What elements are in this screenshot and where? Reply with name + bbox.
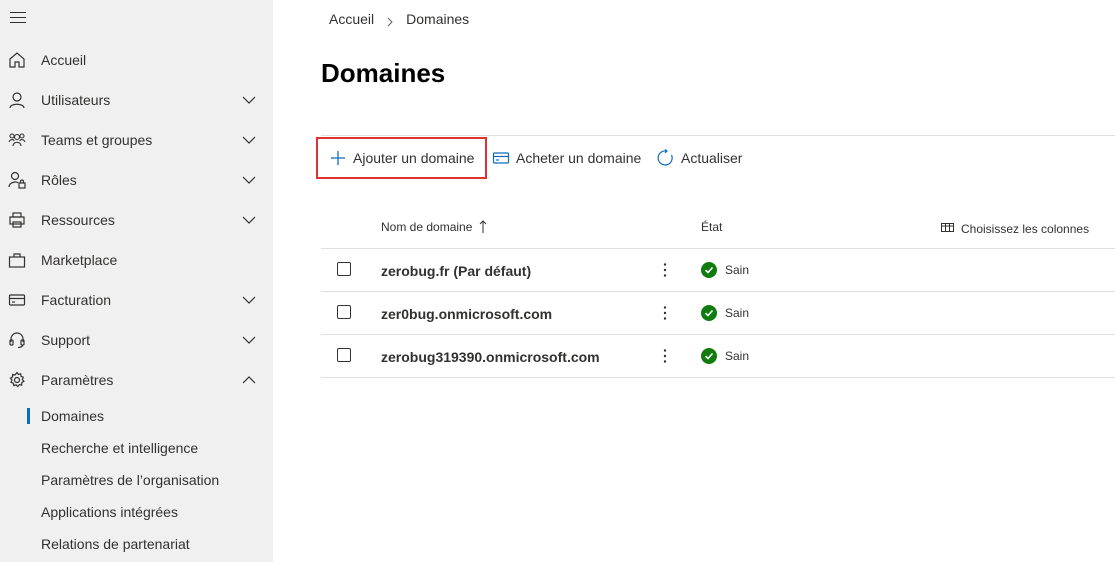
choose-columns-label: Choisissez les colonnes bbox=[961, 222, 1090, 236]
check-circle-icon bbox=[701, 348, 717, 364]
sidebar-subitem-label: Paramètres de l’organisation bbox=[41, 472, 220, 488]
breadcrumb: Accueil Domaines bbox=[329, 11, 469, 27]
person-lock-icon bbox=[8, 171, 26, 189]
chevron-down-icon[interactable] bbox=[242, 333, 256, 347]
buy-domain-label: Acheter un domaine bbox=[516, 150, 642, 166]
sidebar-item-label: Utilisateurs bbox=[41, 92, 111, 108]
divider bbox=[321, 334, 1115, 335]
sidebar-item-label: Support bbox=[41, 332, 91, 348]
chevron-down-icon[interactable] bbox=[242, 213, 256, 227]
sidebar-item-label: Rôles bbox=[41, 172, 77, 188]
sidebar-item-marketplace[interactable]: Marketplace bbox=[0, 240, 273, 280]
divider bbox=[321, 135, 1115, 136]
page-title: Domaines bbox=[321, 58, 446, 88]
bag-icon bbox=[8, 251, 26, 269]
row-checkbox[interactable] bbox=[337, 262, 351, 276]
add-domain-label: Ajouter un domaine bbox=[353, 150, 475, 166]
divider bbox=[321, 377, 1115, 378]
columns-icon bbox=[941, 223, 954, 232]
status-badge: Sain bbox=[701, 262, 749, 278]
sidebar-subitem-label: Domaines bbox=[41, 408, 105, 424]
sort-ascending-icon bbox=[480, 220, 487, 233]
sidebar-item-utilisateurs[interactable]: Utilisateurs bbox=[0, 80, 273, 120]
credit-card-icon bbox=[8, 291, 26, 309]
more-options-icon[interactable] bbox=[659, 348, 671, 364]
breadcrumb-home-link[interactable]: Accueil bbox=[329, 11, 374, 27]
sidebar-subitem-partenariat[interactable]: Relations de partenariat bbox=[0, 528, 273, 560]
breadcrumb-current: Domaines bbox=[406, 11, 470, 27]
sidebar-subitem-label: Recherche et intelligence bbox=[41, 440, 199, 456]
domain-name[interactable]: zer0bug.onmicrosoft.com bbox=[381, 306, 552, 322]
sidebar-item-accueil[interactable]: Accueil bbox=[0, 40, 273, 80]
column-header-label: État bbox=[701, 220, 723, 234]
sidebar-item-label: Ressources bbox=[41, 212, 115, 228]
sidebar-item-label: Marketplace bbox=[41, 252, 118, 268]
status-badge: Sain bbox=[701, 348, 749, 364]
check-circle-icon bbox=[701, 262, 717, 278]
sidebar-subitem-applications[interactable]: Applications intégrées bbox=[0, 496, 273, 528]
sidebar-subitem-domaines[interactable]: Domaines bbox=[0, 400, 273, 432]
refresh-button[interactable]: Actualiser bbox=[657, 145, 742, 171]
sidebar-subitem-organisation[interactable]: Paramètres de l’organisation bbox=[0, 464, 273, 496]
printer-icon bbox=[8, 211, 26, 229]
domain-name[interactable]: zerobug.fr (Par défaut) bbox=[381, 263, 531, 279]
divider bbox=[321, 291, 1115, 292]
divider bbox=[321, 248, 1115, 249]
sidebar-item-facturation[interactable]: Facturation bbox=[0, 280, 273, 320]
person-icon bbox=[8, 91, 26, 109]
row-checkbox[interactable] bbox=[337, 348, 351, 362]
more-options-icon[interactable] bbox=[659, 305, 671, 321]
add-icon bbox=[331, 151, 345, 165]
sidebar-subitem-label: Relations de partenariat bbox=[41, 536, 190, 552]
sidebar-item-roles[interactable]: Rôles bbox=[0, 160, 273, 200]
gear-icon bbox=[8, 371, 26, 389]
sidebar-item-ressources[interactable]: Ressources bbox=[0, 200, 273, 240]
sidebar-item-label: Facturation bbox=[41, 292, 112, 308]
status-label: Sain bbox=[725, 306, 750, 320]
chevron-down-icon[interactable] bbox=[242, 93, 256, 107]
sidebar-item-label: Paramètres bbox=[41, 372, 114, 388]
column-header-label: Nom de domaine bbox=[381, 220, 473, 234]
sidebar-item-parametres[interactable]: Paramètres bbox=[0, 360, 273, 400]
refresh-label: Actualiser bbox=[681, 150, 743, 166]
check-circle-icon bbox=[701, 305, 717, 321]
more-options-icon[interactable] bbox=[659, 262, 671, 278]
people-icon bbox=[8, 131, 26, 149]
headset-icon bbox=[8, 331, 26, 349]
column-header-domain[interactable]: Nom de domaine bbox=[381, 220, 488, 234]
status-badge: Sain bbox=[701, 305, 749, 321]
status-label: Sain bbox=[725, 263, 750, 277]
status-label: Sain bbox=[725, 349, 750, 363]
sidebar-item-teams[interactable]: Teams et groupes bbox=[0, 120, 273, 160]
chevron-down-icon[interactable] bbox=[242, 173, 256, 187]
add-domain-button[interactable]: Ajouter un domaine bbox=[329, 145, 474, 171]
choose-columns-button[interactable]: Choisissez les colonnes bbox=[941, 222, 1089, 236]
column-header-state[interactable]: État bbox=[701, 220, 722, 234]
home-icon bbox=[8, 51, 26, 69]
chevron-down-icon[interactable] bbox=[242, 293, 256, 307]
chevron-up-icon[interactable] bbox=[242, 373, 256, 387]
sidebar-subitem-label: Applications intégrées bbox=[41, 504, 178, 520]
chevron-down-icon[interactable] bbox=[242, 133, 256, 147]
sidebar-item-label: Teams et groupes bbox=[41, 132, 153, 148]
selected-indicator bbox=[27, 408, 30, 424]
sidebar-subitem-recherche[interactable]: Recherche et intelligence bbox=[0, 432, 273, 464]
sidebar-item-support[interactable]: Support bbox=[0, 320, 273, 360]
chevron-right-icon bbox=[386, 14, 394, 27]
domain-name[interactable]: zerobug319390.onmicrosoft.com bbox=[381, 349, 600, 365]
hamburger-menu-icon[interactable] bbox=[10, 12, 26, 26]
credit-card-icon bbox=[492, 152, 510, 164]
row-checkbox[interactable] bbox=[337, 305, 351, 319]
refresh-icon bbox=[657, 149, 673, 166]
buy-domain-button[interactable]: Acheter un domaine bbox=[492, 145, 641, 171]
sidebar-item-label: Accueil bbox=[41, 52, 87, 68]
sidebar: Accueil Utilisateurs Teams et groupes Rô… bbox=[0, 0, 273, 562]
